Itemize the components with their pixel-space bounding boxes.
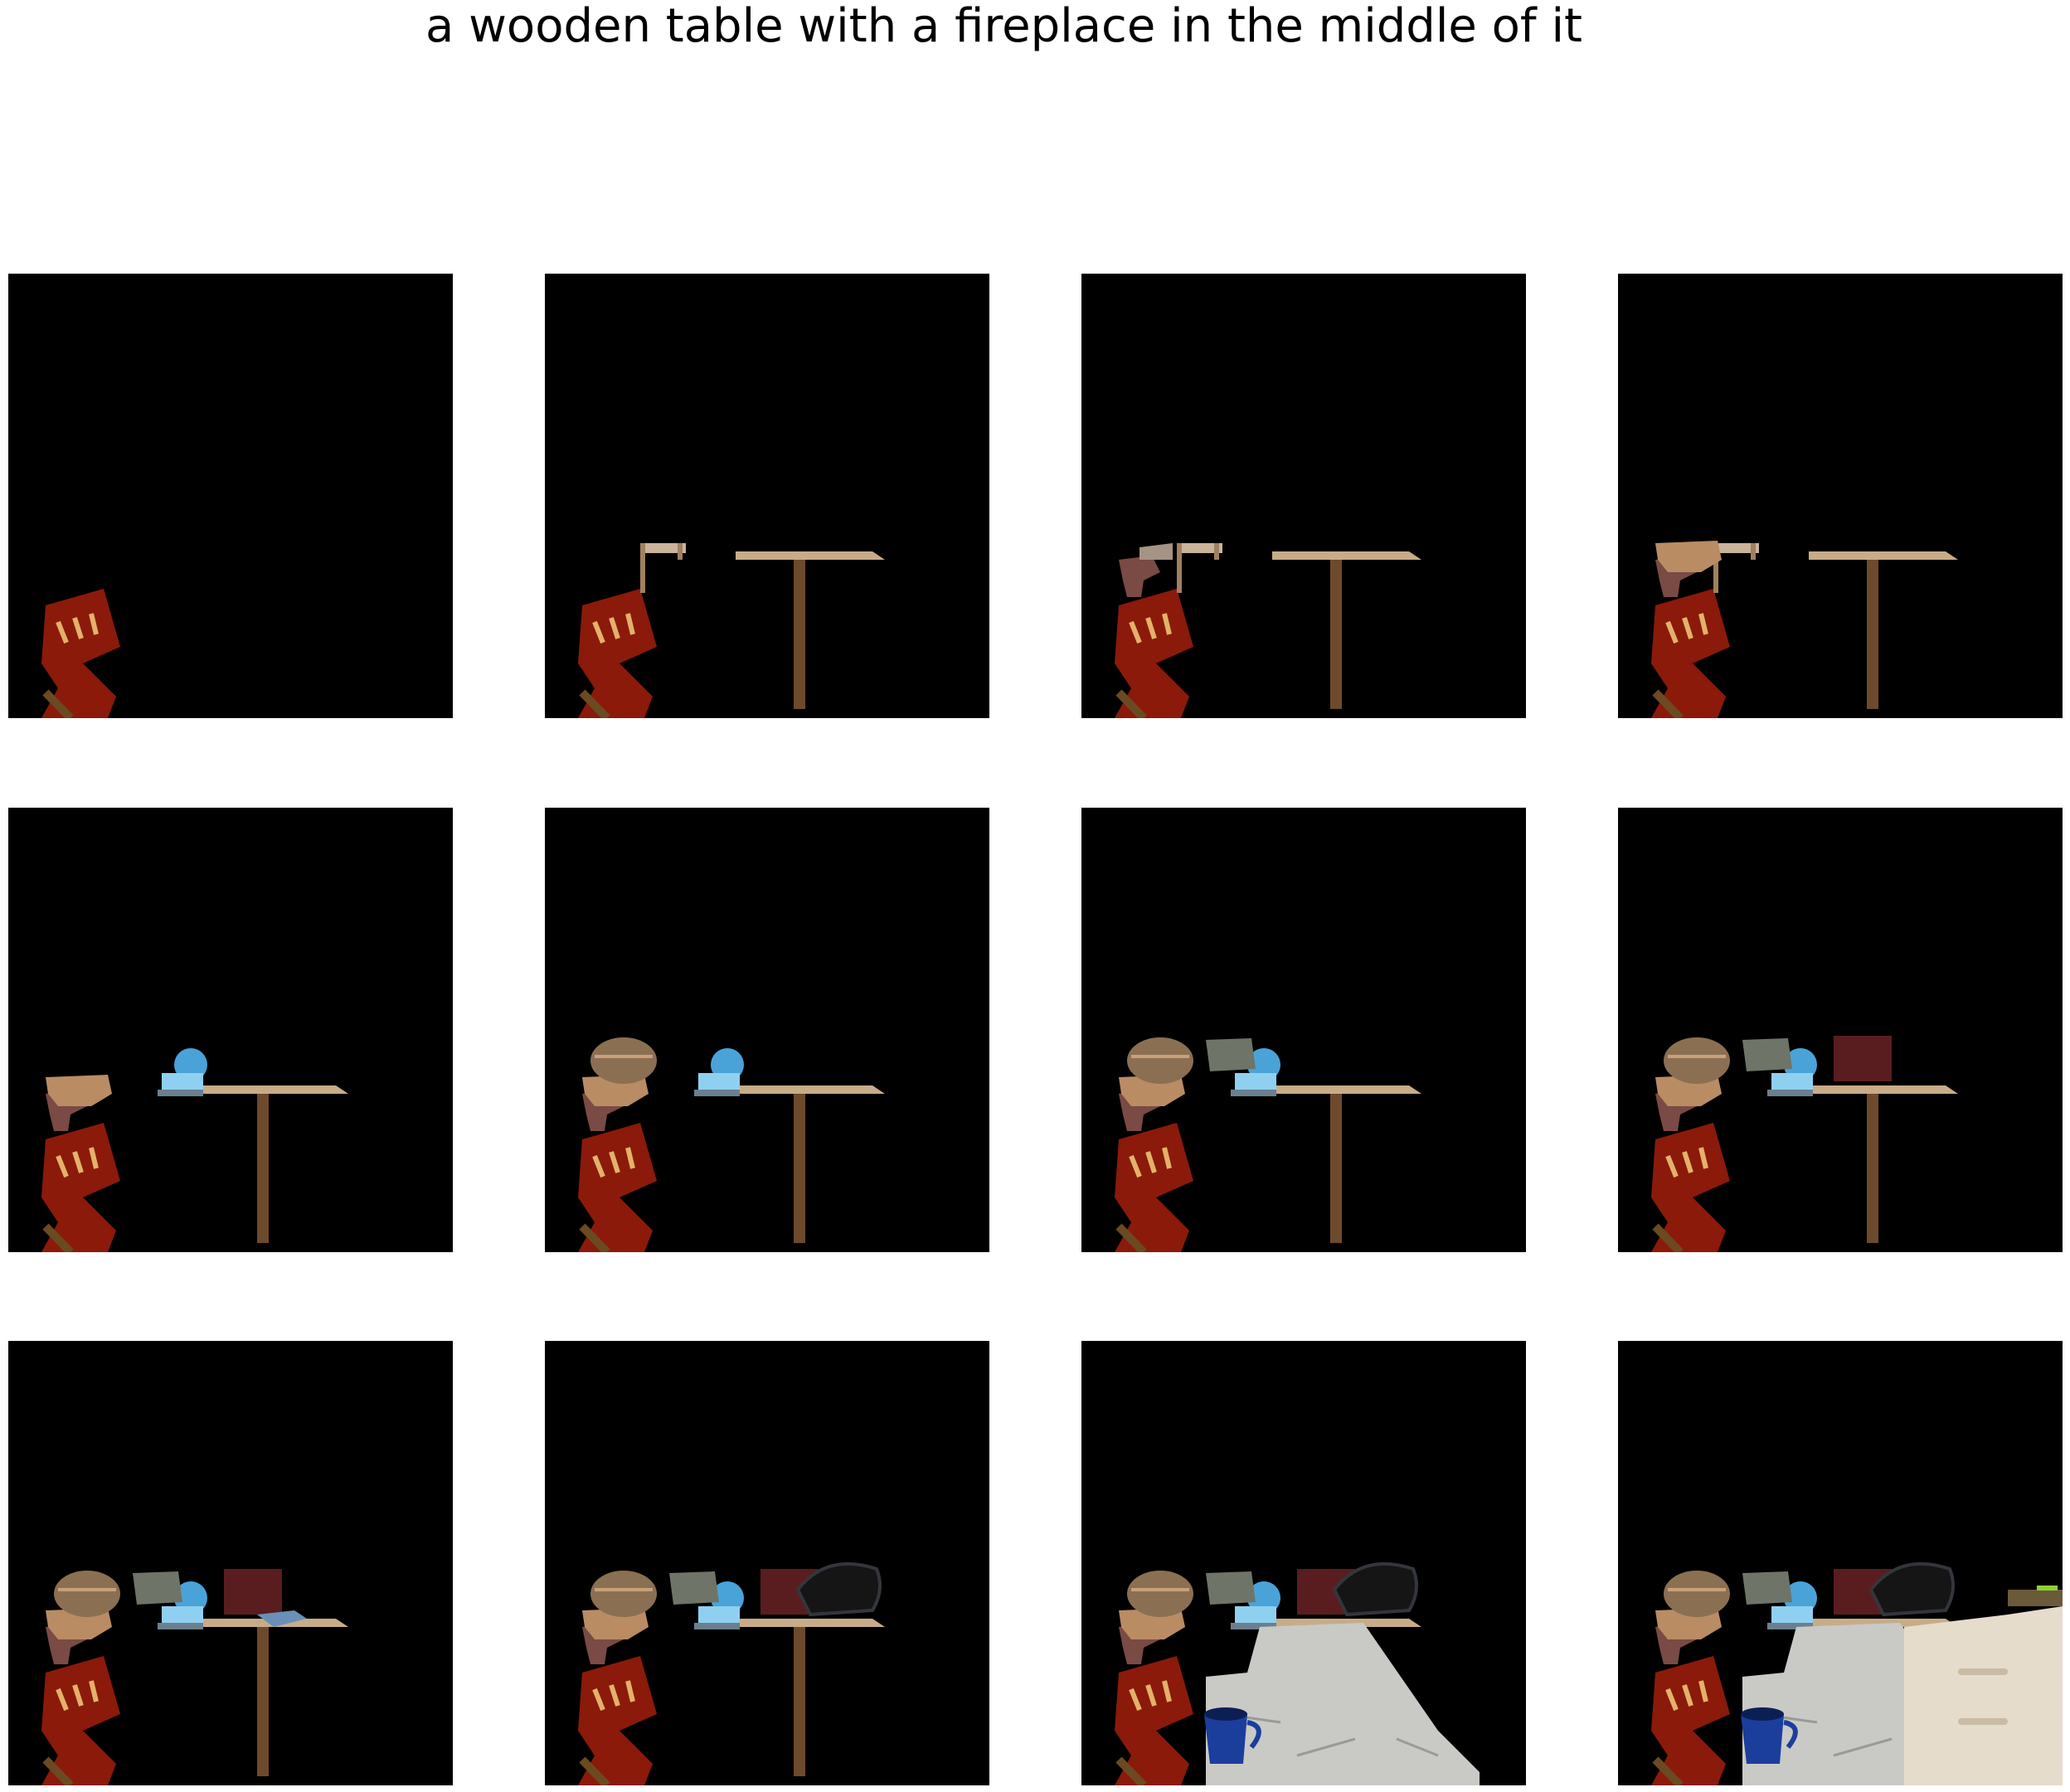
scene-panel-10 [545,1341,989,1785]
scene-render [41,1569,348,1785]
blue-toy-shape [694,1048,744,1096]
red-chair-shape [578,1123,657,1252]
red-cushion-shape [1834,1036,1892,1081]
grey-box-shape [1206,1038,1256,1071]
blue-toy-shape [158,1048,207,1096]
red-chair-shape [41,1123,120,1252]
basket-shape [1127,1037,1193,1084]
armchair-shape [1119,543,1173,597]
scene-render [41,589,120,718]
grey-box-shape [1742,1571,1792,1605]
red-chair-shape [41,1656,120,1785]
red-chair-shape [1651,1123,1730,1252]
basket-shape [1664,1571,1730,1617]
table-shape [1809,1085,1958,1243]
floor-shape [1206,1623,1480,1785]
grey-box-shape [1742,1038,1792,1071]
table-shape [1272,551,1421,709]
figure-title: a wooden table with a fireplace in the m… [425,0,1582,53]
scene-render [1115,1561,1480,1785]
table-shape [736,1619,885,1776]
scene-render [578,543,885,718]
grey-box-shape [133,1571,182,1605]
white-cabinet-shape [1904,1586,2063,1785]
basket-shape [1664,1037,1730,1084]
scene-panel-4 [1618,274,2063,718]
table-shape [736,1085,885,1243]
table-shape [199,1085,348,1243]
fabric-piece-shape [46,1075,112,1106]
scene-panel-8 [1618,808,2063,1252]
red-chair-shape [1115,1123,1193,1252]
red-chair-shape [1115,1656,1193,1785]
scene-render [41,1048,348,1252]
table-shape [199,1619,348,1776]
scene-panel-1 [8,274,453,718]
red-chair-shape [1115,589,1193,718]
basket-shape [590,1037,657,1084]
table-shape [1809,551,1958,709]
scene-render [1115,543,1421,718]
scene-render [578,1561,885,1785]
small-shelf-shape [640,543,686,593]
table-shape [1272,1085,1421,1243]
scene-panel-7 [1081,808,1526,1252]
scene-panel-3 [1081,274,1526,718]
fabric-piece-shape [1655,541,1722,572]
scene-panel-6 [545,808,989,1252]
scene-render [1115,1037,1421,1252]
scene-panel-2 [545,274,989,718]
scene-panel-9 [8,1341,453,1785]
red-cushion-shape [224,1569,282,1615]
scene-render [578,1037,885,1252]
red-chair-shape [41,589,120,718]
basket-shape [1127,1571,1193,1617]
basket-shape [54,1571,120,1617]
scene-panel-12 [1618,1341,2063,1785]
small-shelf-shape [1713,543,1759,593]
scene-panel-11 [1081,1341,1526,1785]
red-chair-shape [578,1656,657,1785]
grey-box-shape [1206,1571,1256,1605]
red-chair-shape [1651,589,1730,718]
small-shelf-shape [1177,543,1222,593]
grey-box-shape [669,1571,719,1605]
scene-panel-5 [8,808,453,1252]
scene-render [1651,1036,1958,1252]
table-shape [736,551,885,709]
basket-shape [590,1571,657,1617]
scene-render [1651,541,1958,718]
red-chair-shape [578,589,657,718]
scene-render [1651,1561,2063,1785]
red-chair-shape [1651,1656,1730,1785]
